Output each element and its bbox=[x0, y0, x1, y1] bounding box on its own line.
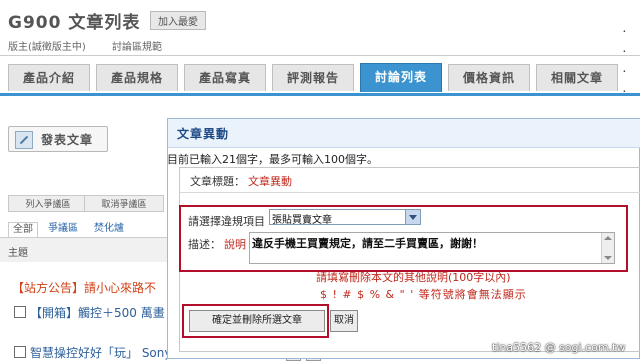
tab-price-info[interactable]: 價格資訊 bbox=[448, 64, 530, 91]
description-text: 違反手機王買賣規定，請至二手買賣區，謝謝！ bbox=[252, 237, 483, 250]
divider bbox=[0, 55, 640, 56]
article-change-dialog: 文章異動 目前已輸入21個字，最多可輸入100個字。 文章標題： 文章異動 請選… bbox=[167, 118, 640, 359]
cancel-dispute-button[interactable]: 取消爭議區 bbox=[84, 195, 164, 212]
symbol-warning: $ ! # $ % & " ' 等符號將會無法顯示 bbox=[320, 288, 527, 301]
description-hint: 請填寫刪除本文的其他說明(100字以內) bbox=[316, 271, 511, 284]
dialog-title: 文章異動 bbox=[177, 127, 230, 141]
subtab-all[interactable]: 全部 bbox=[8, 222, 38, 237]
tab-product-photos[interactable]: 產品寫真 bbox=[184, 64, 266, 91]
bullet-icon: ． bbox=[622, 64, 632, 75]
char-count-text: 目前已輸入21個字，最多可輸入100個字。 bbox=[167, 153, 378, 166]
watermark: tina5562 @ sogi.com.tw bbox=[492, 341, 626, 354]
pencil-icon bbox=[15, 131, 33, 149]
bullet-icon: ． bbox=[622, 44, 632, 55]
divider bbox=[180, 192, 640, 193]
description-label: 描述： bbox=[188, 238, 221, 251]
article-title-value: 文章異動 bbox=[248, 175, 292, 188]
description-textarea[interactable]: 違反手機王買賣規定，請至二手買賣區，謝謝！ bbox=[249, 232, 615, 264]
tabs-underline bbox=[0, 93, 640, 96]
product-tabs: 產品介紹 產品規格 產品寫真 評測報告 討論列表 價格資訊 相關文章 bbox=[8, 63, 638, 94]
description-note-label: 說明 bbox=[224, 238, 246, 251]
chevron-down-icon[interactable] bbox=[405, 210, 420, 224]
bullet-icon: ． bbox=[622, 84, 632, 95]
side-menu: ． ． ． ． bbox=[622, 0, 640, 120]
row-checkbox[interactable] bbox=[14, 346, 26, 358]
tab-discussion-list[interactable]: 討論列表 bbox=[360, 63, 442, 92]
row-checkbox[interactable] bbox=[14, 306, 26, 318]
subtab-dispute[interactable]: 爭議區 bbox=[44, 222, 82, 236]
post-article-button[interactable]: 發表文章 bbox=[8, 126, 108, 152]
list-header-topic: 主題 bbox=[8, 248, 28, 259]
page-title: G900 文章列表 bbox=[8, 13, 141, 33]
violation-select[interactable]: 張貼買賣文章 bbox=[269, 209, 421, 226]
move-to-dispute-button[interactable]: 列入爭議區 bbox=[8, 195, 88, 212]
dialog-header: 文章異動 bbox=[168, 119, 640, 148]
tab-product-specs[interactable]: 產品規格 bbox=[96, 64, 178, 91]
moderator-info: 版主(誠徵版主中) bbox=[8, 42, 86, 53]
post-article-label: 發表文章 bbox=[41, 133, 94, 147]
confirm-delete-button[interactable]: 確定並刪除所選文章 bbox=[189, 310, 325, 332]
scrollbar[interactable] bbox=[601, 233, 614, 263]
cancel-button[interactable]: 取消 bbox=[330, 310, 358, 332]
violation-select-label: 請選擇違規項目 bbox=[188, 215, 265, 228]
tab-reviews[interactable]: 評測報告 bbox=[272, 64, 354, 91]
forum-rules-link[interactable]: 討論區規範 bbox=[112, 38, 162, 53]
violation-select-value: 張貼買賣文章 bbox=[272, 215, 332, 226]
bullet-icon: ． bbox=[622, 24, 632, 35]
tab-related-articles[interactable]: 相關文章 bbox=[536, 64, 618, 91]
article-title-label: 文章標題： bbox=[190, 175, 245, 188]
list-item-announcement[interactable]: 【站方公告】請小心來路不 bbox=[12, 279, 156, 296]
list-item-title[interactable]: 【開箱】觸控＋500 萬畫 bbox=[30, 304, 165, 321]
add-favorite-button[interactable]: 加入最愛 bbox=[150, 11, 206, 30]
tab-product-intro[interactable]: 產品介紹 bbox=[8, 64, 90, 91]
subtab-incinerator[interactable]: 焚化爐 bbox=[90, 222, 128, 236]
